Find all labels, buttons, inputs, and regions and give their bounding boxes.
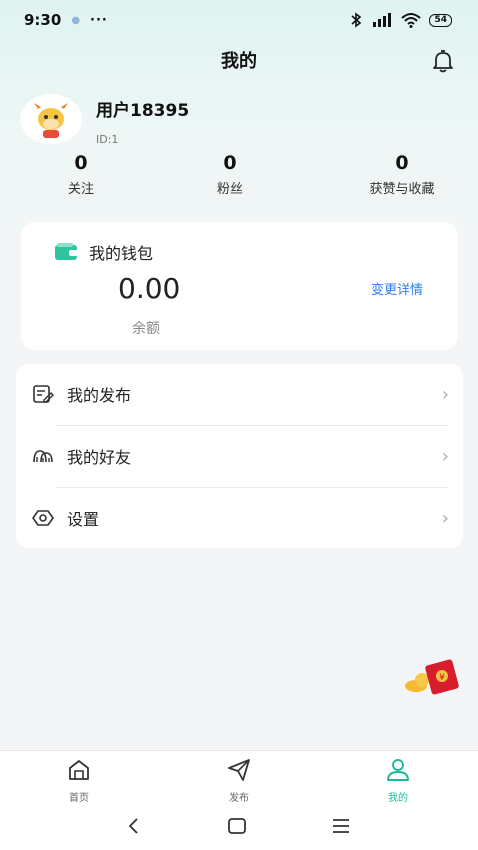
status-time: 9:30 bbox=[24, 11, 62, 29]
chevron-right-icon: › bbox=[441, 507, 449, 529]
edit-note-icon bbox=[33, 385, 54, 403]
avatar[interactable] bbox=[20, 94, 82, 144]
wifi-icon bbox=[401, 13, 422, 28]
home-icon bbox=[69, 760, 89, 780]
home-button-icon[interactable] bbox=[225, 814, 249, 838]
cow-mascot-icon bbox=[34, 103, 68, 138]
send-icon bbox=[228, 759, 250, 781]
stat-value: 0 bbox=[74, 152, 88, 174]
menu-icon[interactable] bbox=[329, 814, 353, 838]
tab-home[interactable]: 首页 bbox=[39, 757, 119, 804]
system-nav-bar bbox=[0, 802, 478, 850]
friends-icon bbox=[33, 450, 53, 463]
bottom-tab-bar: 首页 发布 我的 bbox=[0, 750, 478, 804]
stat-label: 获赞与收藏 bbox=[369, 182, 435, 197]
menu-label: 设置 bbox=[67, 510, 100, 529]
wallet-icon bbox=[55, 243, 78, 260]
stat-likes-favorites[interactable]: 0 获赞与收藏 bbox=[342, 152, 462, 197]
menu-item-settings[interactable]: 设置 › bbox=[16, 488, 463, 548]
stats-row: 0 关注 0 粉丝 0 获赞与收藏 bbox=[0, 152, 478, 198]
svg-text:¥: ¥ bbox=[439, 673, 445, 683]
back-icon[interactable] bbox=[122, 814, 146, 838]
stat-label: 关注 bbox=[67, 182, 94, 197]
bluetooth-icon bbox=[351, 12, 362, 28]
tab-mine[interactable]: 我的 bbox=[358, 757, 438, 804]
menu-label: 我的发布 bbox=[67, 386, 132, 405]
wallet-title: 我的钱包 bbox=[89, 244, 154, 263]
page-header: 我的 bbox=[0, 42, 478, 78]
signal-icon bbox=[373, 13, 392, 27]
user-id: ID:1 bbox=[96, 133, 119, 146]
settings-hexagon-icon bbox=[32, 510, 54, 526]
wallet-detail-link[interactable]: 变更详情 bbox=[371, 279, 423, 298]
red-packet-icon[interactable]: ¥ bbox=[402, 656, 464, 696]
stat-fans[interactable]: 0 粉丝 bbox=[170, 152, 290, 197]
menu-item-my-friends[interactable]: 我的好友 › bbox=[16, 426, 463, 486]
username: 用户18395 bbox=[96, 101, 190, 121]
wallet-balance-amount: 0.00 bbox=[118, 272, 181, 305]
profile-section[interactable]: 用户18395 ID:1 bbox=[20, 94, 189, 146]
chevron-right-icon: › bbox=[441, 383, 449, 405]
menu-item-my-posts[interactable]: 我的发布 › bbox=[16, 364, 463, 424]
stat-value: 0 bbox=[223, 152, 237, 174]
wallet-card[interactable]: 我的钱包 0.00 余额 变更详情 bbox=[21, 222, 458, 350]
stat-following[interactable]: 0 关注 bbox=[21, 152, 141, 197]
menu-card: 我的发布 › 我的好友 › 设置 › bbox=[16, 364, 463, 548]
stat-value: 0 bbox=[395, 152, 409, 174]
chevron-right-icon: › bbox=[441, 445, 449, 467]
location-dot-icon: ● bbox=[71, 14, 81, 26]
user-icon bbox=[387, 759, 409, 781]
stat-label: 粉丝 bbox=[216, 182, 243, 197]
status-more-dots: ··· bbox=[90, 12, 108, 28]
status-bar: 9:30 ● ··· 54 bbox=[0, 0, 478, 40]
menu-label: 我的好友 bbox=[67, 448, 132, 467]
tab-publish[interactable]: 发布 bbox=[199, 757, 279, 804]
wallet-balance-label: 余额 bbox=[132, 321, 160, 337]
page-title: 我的 bbox=[221, 51, 257, 72]
bell-icon[interactable] bbox=[430, 48, 456, 74]
battery-indicator: 54 bbox=[429, 13, 452, 27]
